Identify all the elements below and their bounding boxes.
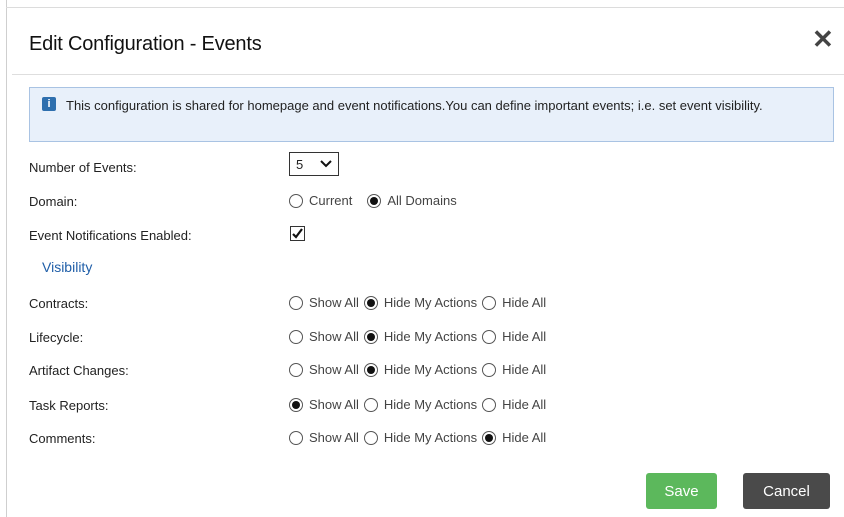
radio-button[interactable] (363, 430, 378, 445)
radio-button[interactable] (482, 397, 497, 412)
visibility-option-label: Show All (309, 430, 359, 445)
header-divider (12, 74, 844, 75)
save-button[interactable]: Save (646, 473, 717, 509)
radio-button[interactable] (363, 329, 378, 344)
radio-button[interactable] (363, 295, 378, 310)
radio-button[interactable] (289, 362, 303, 377)
visibility-option-label: Hide All (502, 295, 547, 310)
visibility-row-label: Contracts: (29, 296, 89, 311)
dialog-left-border (6, 0, 7, 517)
visibility-row-label: Task Reports: (29, 398, 109, 413)
edit-configuration-dialog: Edit Configuration - Events ✕ i This con… (0, 0, 844, 517)
visibility-option[interactable]: Show All (289, 430, 359, 445)
visibility-option-label: Hide All (502, 362, 547, 377)
visibility-option-label: Hide My Actions (383, 430, 478, 445)
visibility-option[interactable]: Hide All (482, 329, 546, 344)
visibility-option-label: Show All (309, 397, 359, 412)
visibility-option[interactable]: Hide All (482, 295, 546, 310)
domain-radio-group: Current All Domains (289, 193, 462, 208)
visibility-option[interactable]: Show All (289, 329, 359, 344)
visibility-row-label: Artifact Changes: (29, 363, 129, 378)
dialog-title: Edit Configuration - Events (29, 33, 262, 55)
dialog-top-border (6, 7, 844, 8)
domain-option-current[interactable]: Current (289, 193, 352, 208)
radio-button[interactable] (289, 329, 303, 344)
number-of-events-value: 5 (296, 156, 304, 172)
visibility-option-label: Hide My Actions (383, 329, 478, 344)
domain-option-all-label: All Domains (387, 193, 457, 208)
visibility-option[interactable]: Show All (289, 362, 359, 377)
visibility-heading: Visibility (42, 259, 93, 275)
number-of-events-select[interactable]: 5 (289, 152, 339, 176)
info-banner: i This configuration is shared for homep… (29, 87, 834, 142)
chevron-down-icon (320, 160, 332, 168)
radio-button[interactable] (363, 397, 378, 412)
radio-button[interactable] (363, 362, 378, 377)
visibility-option[interactable]: Show All (289, 397, 359, 412)
visibility-radio-group: Show All Hide My Actions Hide All (289, 362, 551, 377)
visibility-row-label: Lifecycle: (29, 330, 84, 345)
checkmark-icon (292, 228, 303, 239)
radio-all-domains[interactable] (367, 193, 382, 208)
radio-button[interactable] (482, 362, 497, 377)
visibility-radio-group: Show All Hide My Actions Hide All (289, 329, 551, 344)
visibility-option[interactable]: Hide My Actions (363, 295, 478, 310)
radio-button[interactable] (289, 295, 303, 310)
radio-button[interactable] (482, 430, 497, 445)
visibility-option[interactable]: Hide My Actions (363, 430, 478, 445)
visibility-option-label: Hide My Actions (383, 362, 478, 377)
radio-button[interactable] (289, 397, 303, 412)
info-text: This configuration is shared for homepag… (66, 98, 763, 113)
visibility-option-label: Show All (309, 362, 359, 377)
info-icon: i (42, 97, 56, 111)
radio-button[interactable] (482, 329, 497, 344)
visibility-option-label: Hide All (502, 397, 547, 412)
domain-label: Domain: (29, 194, 78, 209)
visibility-option-label: Hide All (502, 329, 547, 344)
cancel-button[interactable]: Cancel (743, 473, 830, 509)
visibility-option[interactable]: Hide My Actions (363, 329, 478, 344)
radio-button[interactable] (289, 430, 303, 445)
visibility-option[interactable]: Hide My Actions (363, 397, 478, 412)
radio-current[interactable] (289, 193, 303, 208)
radio-button[interactable] (482, 295, 497, 310)
visibility-radio-group: Show All Hide My Actions Hide All (289, 295, 551, 310)
visibility-option-label: Hide My Actions (383, 295, 478, 310)
visibility-row-label: Comments: (29, 431, 96, 446)
notifications-label: Event Notifications Enabled: (29, 228, 192, 243)
visibility-option-label: Show All (309, 329, 359, 344)
visibility-option-label: Hide My Actions (383, 397, 478, 412)
visibility-option[interactable]: Hide All (482, 430, 546, 445)
notifications-checkbox[interactable] (290, 226, 305, 241)
domain-option-all[interactable]: All Domains (367, 193, 457, 208)
visibility-option[interactable]: Hide All (482, 362, 546, 377)
visibility-option[interactable]: Hide My Actions (363, 362, 478, 377)
visibility-option[interactable]: Show All (289, 295, 359, 310)
number-of-events-label: Number of Events: (29, 160, 137, 175)
visibility-option[interactable]: Hide All (482, 397, 546, 412)
visibility-radio-group: Show All Hide My Actions Hide All (289, 430, 551, 445)
domain-option-current-label: Current (309, 193, 353, 208)
visibility-option-label: Hide All (502, 430, 547, 445)
close-icon[interactable]: ✕ (812, 26, 834, 52)
visibility-option-label: Show All (309, 295, 359, 310)
visibility-radio-group: Show All Hide My Actions Hide All (289, 397, 551, 412)
